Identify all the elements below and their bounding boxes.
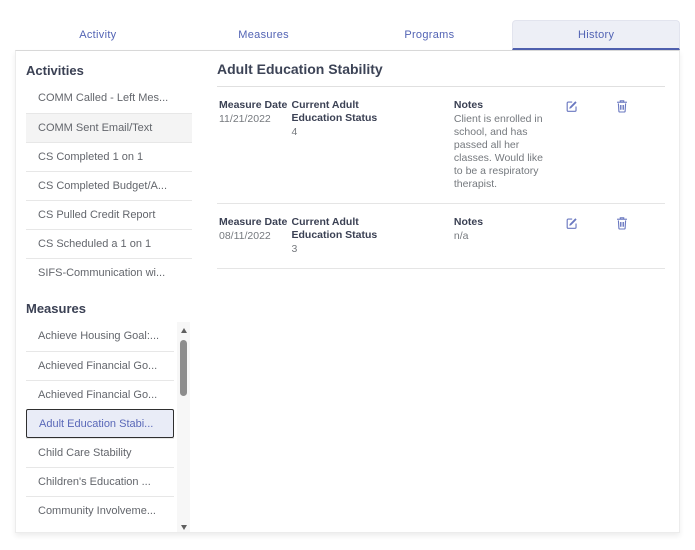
scroll-up-icon[interactable] bbox=[177, 324, 190, 336]
main-content: Adult Education Stability Measure Date 1… bbox=[201, 51, 679, 532]
status-column: Current Adult Education Status 4 bbox=[291, 99, 453, 191]
delete-button[interactable] bbox=[615, 216, 629, 230]
edit-button[interactable] bbox=[565, 99, 579, 113]
sidebar: Activities COMM Called - Left Mes... COM… bbox=[16, 51, 200, 532]
record-actions bbox=[565, 216, 665, 256]
record-row: Measure Date 08/11/2022 Current Adult Ed… bbox=[217, 204, 665, 269]
sidebar-item-activity[interactable]: CS Completed 1 on 1 bbox=[26, 142, 192, 171]
sidebar-item-measure[interactable]: Children's Education ... bbox=[26, 467, 174, 496]
measures-section: Measures Achieve Housing Goal:... Achiev… bbox=[26, 301, 192, 525]
sidebar-item-activity[interactable]: CS Pulled Credit Report bbox=[26, 200, 192, 229]
sidebar-item-measure[interactable]: Achieved Financial Go... bbox=[26, 351, 174, 380]
notes-column: Notes n/a bbox=[454, 216, 553, 256]
notes-label: Notes bbox=[454, 99, 553, 112]
tab[interactable]: Activity bbox=[15, 20, 181, 50]
measure-date-value: 11/21/2022 bbox=[219, 113, 291, 126]
sidebar-item-measure[interactable]: Achieve Housing Goal:... bbox=[26, 322, 174, 351]
sidebar-item-measure[interactable]: Achieved Financial Go... bbox=[26, 380, 174, 409]
tab[interactable]: History bbox=[512, 20, 680, 50]
status-label: Current Adult Education Status bbox=[291, 99, 401, 125]
status-column: Current Adult Education Status 3 bbox=[291, 216, 453, 256]
scroll-down-icon[interactable] bbox=[177, 521, 190, 532]
sidebar-item-measure[interactable]: Adult Education Stabi... bbox=[26, 409, 174, 438]
status-value: 3 bbox=[291, 243, 453, 256]
sidebar-item-measure[interactable]: Child Care Stability bbox=[26, 438, 174, 467]
activities-heading: Activities bbox=[26, 63, 192, 78]
notes-column: Notes Client is enrolled in school, and … bbox=[454, 99, 553, 191]
edit-icon bbox=[565, 99, 579, 113]
tab[interactable]: Measures bbox=[181, 20, 347, 50]
scrollbar-thumb[interactable] bbox=[180, 340, 187, 396]
measure-date-label: Measure Date bbox=[219, 99, 291, 112]
notes-label: Notes bbox=[454, 216, 553, 229]
record-row: Measure Date 11/21/2022 Current Adult Ed… bbox=[217, 87, 665, 204]
history-panel: Activities COMM Called - Left Mes... COM… bbox=[15, 50, 680, 533]
trash-icon bbox=[616, 99, 628, 113]
measure-date-column: Measure Date 11/21/2022 bbox=[219, 99, 291, 191]
tab[interactable]: Programs bbox=[347, 20, 513, 50]
records-list: Measure Date 11/21/2022 Current Adult Ed… bbox=[217, 87, 665, 269]
edit-icon bbox=[565, 216, 579, 230]
sidebar-item-activity[interactable]: SIFS-Communication wi... bbox=[26, 258, 192, 287]
edit-button[interactable] bbox=[565, 216, 579, 230]
sidebar-item-activity[interactable]: CS Completed Budget/A... bbox=[26, 171, 192, 200]
measures-scrollbar[interactable] bbox=[177, 322, 190, 532]
sidebar-item-activity[interactable]: COMM Called - Left Mes... bbox=[26, 84, 192, 113]
sidebar-item-activity[interactable]: COMM Sent Email/Text bbox=[26, 113, 192, 142]
measures-list: Achieve Housing Goal:... Achieved Financ… bbox=[26, 322, 174, 525]
measure-date-column: Measure Date 08/11/2022 bbox=[219, 216, 291, 256]
status-value: 4 bbox=[291, 126, 453, 139]
measure-date-value: 08/11/2022 bbox=[219, 230, 291, 243]
delete-button[interactable] bbox=[615, 99, 629, 113]
record-actions bbox=[565, 99, 665, 191]
page-title: Adult Education Stability bbox=[217, 61, 665, 87]
status-label: Current Adult Education Status bbox=[291, 216, 401, 242]
sidebar-item-measure[interactable]: Community Involveme... bbox=[26, 496, 174, 525]
tab-bar: Activity Measures Programs History bbox=[15, 20, 680, 50]
notes-value: n/a bbox=[454, 230, 553, 243]
measure-date-label: Measure Date bbox=[219, 216, 291, 229]
trash-icon bbox=[616, 216, 628, 230]
sidebar-item-activity[interactable]: CS Scheduled a 1 on 1 bbox=[26, 229, 192, 258]
measures-heading: Measures bbox=[26, 301, 192, 316]
activities-list: COMM Called - Left Mes... COMM Sent Emai… bbox=[26, 84, 192, 287]
notes-value: Client is enrolled in school, and has pa… bbox=[454, 113, 553, 191]
